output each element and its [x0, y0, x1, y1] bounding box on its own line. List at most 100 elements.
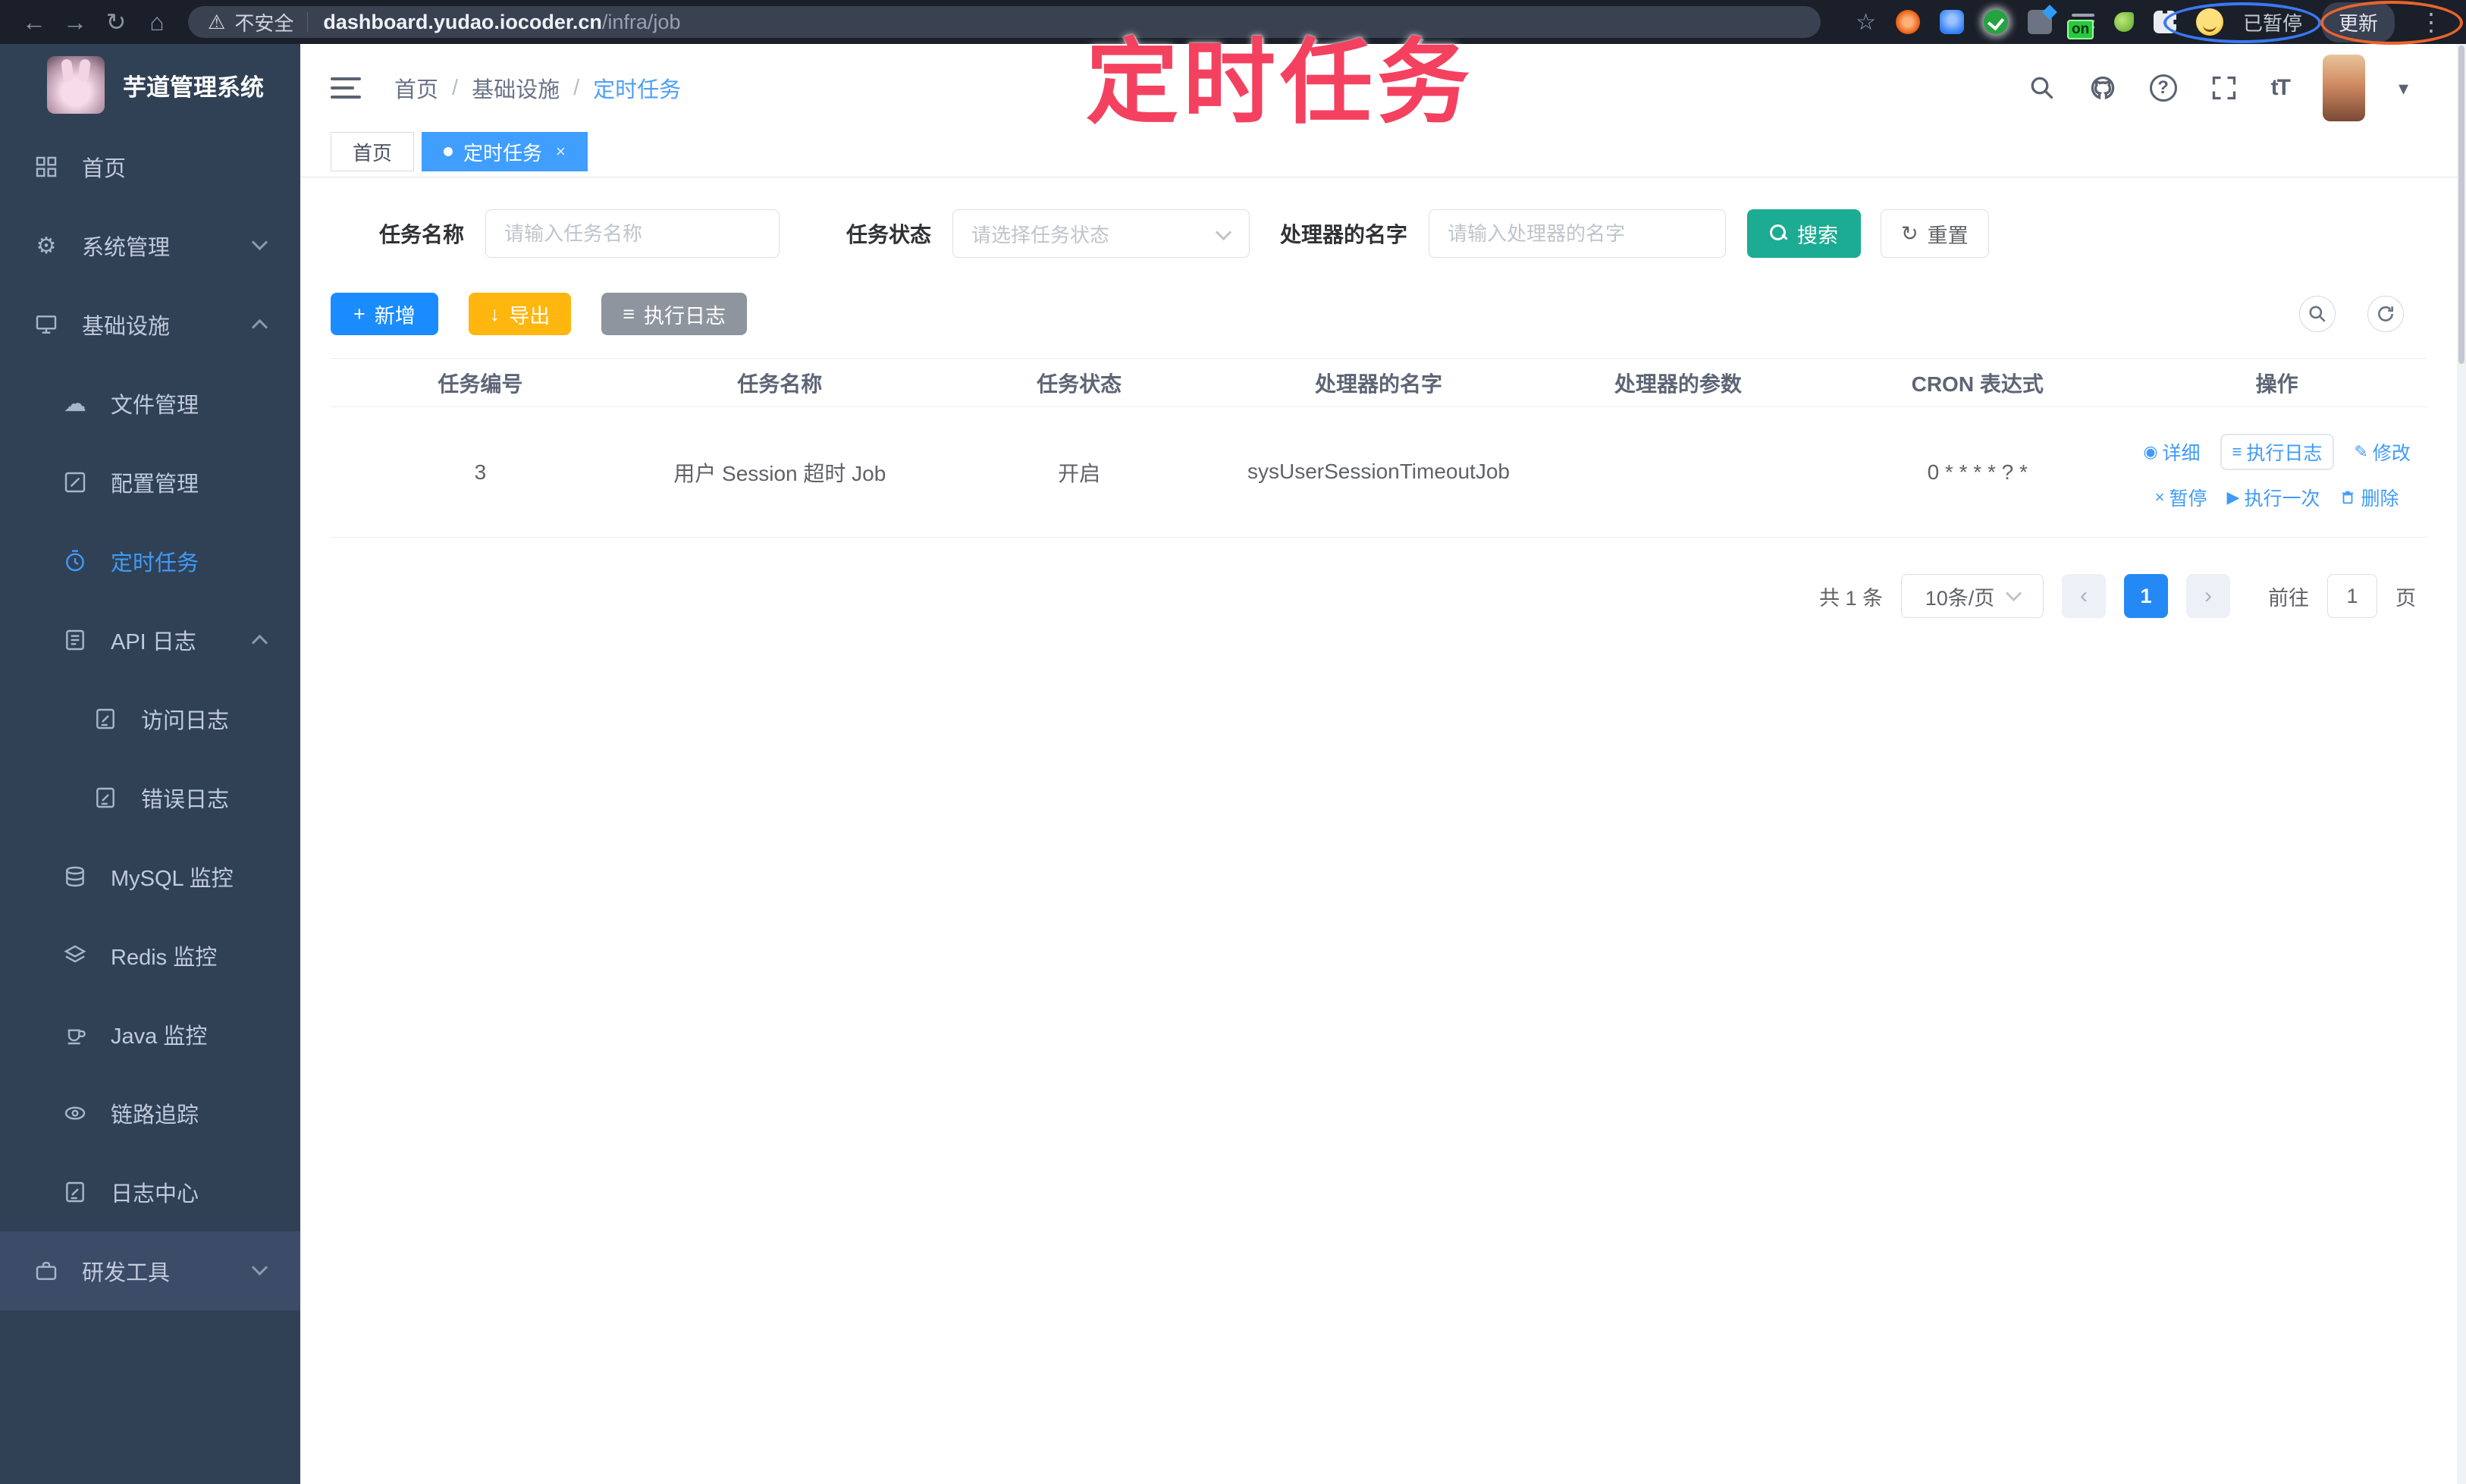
- breadcrumb-home[interactable]: 首页: [394, 72, 438, 104]
- browser-toolbar: ← → ↻ ⌂ ⚠ 不安全 dashboard.yudao.iocoder.cn…: [0, 0, 2466, 45]
- run-once-link[interactable]: ▶ 执行一次: [2227, 484, 2320, 511]
- sidebar-item-dev-tools[interactable]: 研发工具: [0, 1231, 300, 1310]
- sidebar-item-error-logs[interactable]: 错误日志: [0, 758, 300, 837]
- search-button[interactable]: 搜索: [1747, 209, 1862, 258]
- export-button-label: 导出: [509, 304, 551, 328]
- delete-link[interactable]: 删除: [2339, 484, 2399, 511]
- detail-link-label: 详细: [2162, 442, 2201, 464]
- page-size-select[interactable]: 10条/页: [1901, 574, 2044, 618]
- sidebar-item-access-logs[interactable]: 访问日志: [0, 679, 300, 758]
- table-refresh-button[interactable]: [2367, 296, 2404, 332]
- sidebar-item-label: Java 监控: [111, 1024, 208, 1049]
- col-header-cron: CRON 表达式: [1911, 372, 2044, 396]
- sidebar-item-log-center[interactable]: 日志中心: [0, 1153, 300, 1231]
- sidebar-item-redis-monitor[interactable]: Redis 监控: [0, 916, 300, 995]
- sidebar-item-label: 系统管理: [82, 236, 171, 260]
- edit-square-icon: [62, 470, 88, 494]
- tab-home[interactable]: 首页: [331, 132, 415, 171]
- url-host: dashboard.yudao.iocoder.cn: [323, 10, 602, 33]
- detail-link[interactable]: ◉ 详细: [2143, 438, 2200, 466]
- cell-job-status: 开启: [1058, 461, 1101, 485]
- tab-scheduled-jobs[interactable]: 定时任务 ×: [422, 132, 588, 171]
- sidebar-item-api-logs[interactable]: API 日志: [0, 601, 300, 679]
- help-icon[interactable]: ?: [2149, 74, 2177, 102]
- database-icon: [62, 864, 88, 889]
- job-status-select[interactable]: 请选择任务状态: [952, 209, 1250, 258]
- security-label[interactable]: 不安全: [234, 8, 293, 36]
- refresh-icon: ↻: [1901, 221, 1919, 245]
- user-menu-caret-icon[interactable]: ▾: [2399, 77, 2408, 100]
- col-header-params: 处理器的参数: [1614, 372, 1742, 396]
- sidebar-item-infra[interactable]: 基础设施: [0, 285, 300, 364]
- layers-icon: [62, 943, 88, 968]
- browser-reload-icon[interactable]: ↻: [96, 8, 136, 36]
- app-logo-row[interactable]: 芋道管理系统: [0, 44, 300, 126]
- sidebar-item-system[interactable]: ⚙ 系统管理: [0, 206, 300, 285]
- bookmark-star-icon[interactable]: ☆: [1856, 9, 1876, 36]
- browser-forward-icon[interactable]: →: [55, 8, 96, 36]
- page-scrollbar[interactable]: [2457, 44, 2466, 1484]
- plus-icon: +: [353, 302, 366, 325]
- reset-button[interactable]: ↻ 重置: [1881, 209, 1989, 258]
- cell-actions: ◉ 详细 ≡ 执行日志 ✎ 修改 × 暂停 ▶ 执行一次 删除: [2127, 426, 2427, 519]
- search-toggle-button[interactable]: [2299, 296, 2336, 332]
- extensions-puzzle-icon[interactable]: [2153, 11, 2176, 33]
- sync-paused-label[interactable]: 已暂停: [2243, 8, 2302, 36]
- chevron-up-icon: [251, 634, 268, 651]
- fullscreen-icon[interactable]: [2210, 74, 2238, 102]
- goto-page-input[interactable]: [2327, 574, 2377, 618]
- extension-icon-blue[interactable]: [1939, 10, 1964, 34]
- handler-name-label: 处理器的名字: [1280, 223, 1408, 246]
- next-page-button[interactable]: ›: [2186, 574, 2230, 618]
- timer-icon: [62, 549, 88, 573]
- github-icon[interactable]: [2089, 74, 2116, 102]
- menu-collapse-icon[interactable]: [331, 71, 361, 105]
- browser-menu-kebab-icon[interactable]: ⋮: [2414, 8, 2448, 36]
- sidebar-item-java-monitor[interactable]: Java 监控: [0, 995, 300, 1074]
- handler-name-input[interactable]: [1429, 209, 1727, 258]
- job-name-input[interactable]: [485, 209, 780, 258]
- sidebar-item-tracing[interactable]: 链路追踪: [0, 1074, 300, 1153]
- dashboard-icon: [33, 155, 59, 179]
- modify-link[interactable]: ✎ 修改: [2354, 438, 2410, 466]
- page-1-button[interactable]: 1: [2124, 574, 2168, 618]
- pause-link[interactable]: × 暂停: [2155, 484, 2207, 511]
- add-button[interactable]: + 新增: [331, 293, 438, 335]
- extension-icon-leaf[interactable]: [2113, 12, 2134, 32]
- browser-home-icon[interactable]: ⌂: [136, 8, 177, 36]
- browser-profile-avatar[interactable]: [2195, 8, 2223, 36]
- execution-log-button[interactable]: ≡ 执行日志: [601, 293, 748, 335]
- sidebar-item-file-mgmt[interactable]: ☁ 文件管理: [0, 364, 300, 443]
- sidebar-item-label: MySQL 监控: [111, 867, 234, 891]
- extension-icon-lines[interactable]: on: [2066, 11, 2094, 39]
- address-bar[interactable]: ⚠ 不安全 dashboard.yudao.iocoder.cn/infra/j…: [188, 6, 1821, 38]
- app-title: 芋道管理系统: [123, 74, 264, 101]
- page-content: 任务名称 任务状态 请选择任务状态 处理器的名字 搜索 ↻ 重置: [300, 177, 2457, 1484]
- sidebar-item-home[interactable]: 首页: [0, 127, 300, 206]
- extension-icon-green-check[interactable]: [1983, 10, 2008, 34]
- prev-page-button[interactable]: ‹: [2062, 574, 2106, 618]
- sidebar-item-mysql-monitor[interactable]: MySQL 监控: [0, 837, 300, 916]
- breadcrumb-infra[interactable]: 基础设施: [472, 72, 560, 104]
- browser-back-icon[interactable]: ←: [14, 8, 55, 36]
- sidebar-menu: 首页 ⚙ 系统管理 基础设施 ☁ 文件管理 配置管理 定时任务 API 日志 访…: [0, 127, 300, 1310]
- toolbox-icon: [33, 1259, 59, 1283]
- row-execution-log-link[interactable]: ≡ 执行日志: [2220, 433, 2335, 470]
- header-actions: ? tT ▾: [2028, 55, 2408, 121]
- font-size-icon[interactable]: tT: [2271, 75, 2291, 101]
- export-button[interactable]: ↓ 导出: [468, 293, 572, 335]
- tab-close-icon[interactable]: ×: [556, 142, 566, 162]
- search-icon[interactable]: [2028, 74, 2056, 102]
- scrollbar-thumb[interactable]: [2458, 45, 2464, 364]
- extension-icon-grid[interactable]: [2027, 10, 2052, 34]
- extension-icon-orange[interactable]: [1895, 10, 1920, 34]
- sidebar-item-scheduled-jobs[interactable]: 定时任务: [0, 522, 300, 601]
- execution-log-button-label: 执行日志: [644, 304, 726, 328]
- chevron-down-icon: [251, 1259, 268, 1276]
- sidebar-item-label: 文件管理: [111, 394, 199, 418]
- user-avatar[interactable]: [2322, 55, 2365, 121]
- browser-update-button[interactable]: 更新: [2321, 2, 2395, 42]
- sidebar-item-label: 访问日志: [141, 709, 230, 733]
- sidebar-item-config-mgmt[interactable]: 配置管理: [0, 443, 300, 522]
- app-window: 芋道管理系统 首页 ⚙ 系统管理 基础设施 ☁ 文件管理 配置管理 定时任务 A…: [0, 44, 2457, 1484]
